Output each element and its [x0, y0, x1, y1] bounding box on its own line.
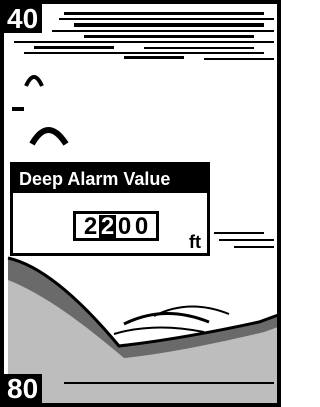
- bottom-edge-speckle: [64, 382, 274, 384]
- sonar-screen: 40 80 Deep Alarm Value 2200 ft: [0, 0, 281, 407]
- dialog-title: Deep Alarm Value: [13, 165, 207, 193]
- alarm-digit[interactable]: 0: [116, 215, 133, 239]
- surface-clutter: [14, 12, 274, 60]
- alarm-digit[interactable]: 2: [82, 215, 99, 239]
- fish-mark: [12, 107, 24, 111]
- bottom-structure-1: [123, 312, 210, 326]
- depth-scale-bottom: 80: [4, 374, 43, 403]
- alarm-digit[interactable]: 2: [99, 215, 116, 239]
- bottom-structure-3: [113, 326, 205, 335]
- alarm-value-input[interactable]: 2200: [73, 211, 159, 241]
- depth-scale-top: 40: [4, 4, 43, 33]
- fish-arch-2: [29, 127, 69, 146]
- midwater-noise: [214, 232, 274, 248]
- alarm-digit[interactable]: 0: [133, 215, 150, 239]
- alarm-unit-label: ft: [189, 232, 201, 252]
- deep-alarm-dialog: Deep Alarm Value 2200 ft: [10, 162, 210, 256]
- fish-arch-1: [24, 75, 44, 87]
